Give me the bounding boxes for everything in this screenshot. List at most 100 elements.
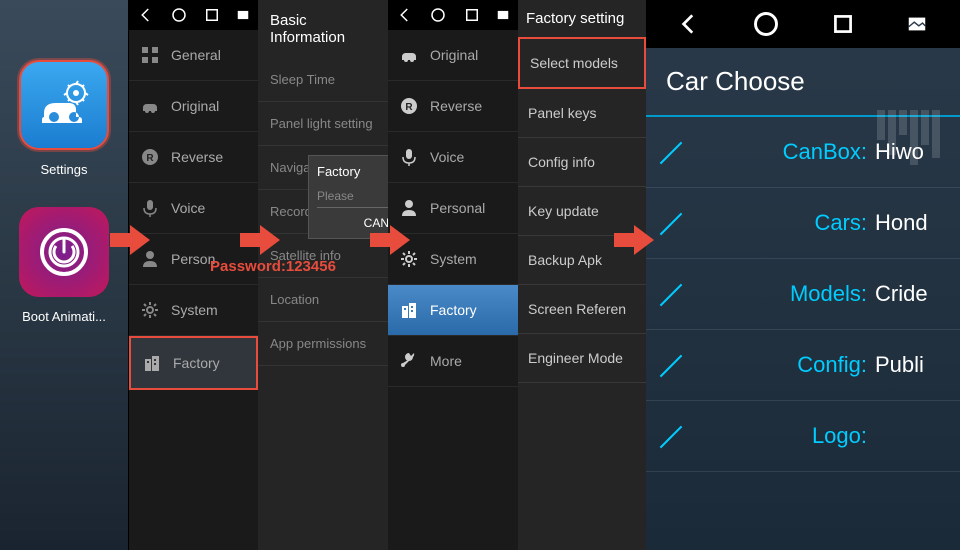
- car-row-config[interactable]: Config: Publi: [646, 330, 960, 401]
- menu-label: More: [430, 353, 462, 369]
- dialog-title: Factory: [317, 164, 388, 179]
- menu-item-voice[interactable]: Voice: [129, 183, 258, 234]
- car-label: Config:: [666, 352, 875, 378]
- panel-title: Factory setting: [518, 0, 646, 37]
- reverse-icon: R: [139, 146, 161, 168]
- panel-title: Basic Information: [258, 0, 388, 58]
- settings-menu-panel: General Original R Reverse Voice Person …: [128, 0, 258, 550]
- image-icon[interactable]: [496, 8, 510, 22]
- home-icon[interactable]: [170, 6, 188, 24]
- back-icon[interactable]: [137, 6, 155, 24]
- menu-item-reverse[interactable]: R Reverse: [129, 132, 258, 183]
- home-screen: Settings Boot Animati...: [0, 0, 128, 550]
- car-choose-panel: Car Choose CanBox: Hiwo Cars: Hond Model…: [646, 0, 960, 550]
- factory-item-backup-apk[interactable]: Backup Apk: [518, 236, 646, 285]
- recents-icon[interactable]: [830, 11, 856, 37]
- menu-item-original[interactable]: Original: [388, 30, 518, 81]
- car-label: Models:: [666, 281, 875, 307]
- menu-label: Reverse: [430, 98, 482, 114]
- settings-app-label: Settings: [41, 162, 88, 177]
- menu-item-reverse[interactable]: R Reverse: [388, 81, 518, 132]
- info-item[interactable]: Panel light setting: [258, 102, 388, 146]
- menu-label: Factory: [173, 355, 220, 371]
- menu-item-factory[interactable]: Factory: [129, 336, 258, 390]
- info-item[interactable]: Sleep Time: [258, 58, 388, 102]
- menu-label: Person: [171, 251, 215, 267]
- menu-item-more[interactable]: More: [388, 336, 518, 387]
- car-value: Hiwo: [875, 139, 940, 165]
- car-row-cars[interactable]: Cars: Hond: [646, 188, 960, 259]
- car-row-logo[interactable]: Logo:: [646, 401, 960, 472]
- reverse-icon: R: [398, 95, 420, 117]
- car-label: CanBox:: [666, 139, 875, 165]
- gear-icon: [398, 248, 420, 270]
- cancel-button[interactable]: CAN: [317, 216, 388, 230]
- boot-animation-app-icon[interactable]: [19, 207, 109, 297]
- factory-password-dialog: Factory Please CAN: [308, 155, 388, 239]
- factory-item-select-models[interactable]: Select models: [518, 37, 646, 89]
- recents-icon[interactable]: [203, 6, 221, 24]
- grid-icon: [139, 44, 161, 66]
- mic-icon: [398, 146, 420, 168]
- image-icon[interactable]: [236, 8, 250, 22]
- factory-item-panel-keys[interactable]: Panel keys: [518, 89, 646, 138]
- menu-item-original[interactable]: Original: [129, 81, 258, 132]
- menu-item-general[interactable]: General: [129, 30, 258, 81]
- factory-item-config-info[interactable]: Config info: [518, 138, 646, 187]
- gear-icon: [139, 299, 161, 321]
- info-item[interactable]: Location: [258, 278, 388, 322]
- car-row-canbox[interactable]: CanBox: Hiwo: [646, 117, 960, 188]
- svg-text:R: R: [405, 102, 413, 113]
- mic-icon: [139, 197, 161, 219]
- nav-bar: [646, 0, 960, 48]
- password-input[interactable]: Please: [317, 189, 388, 208]
- nav-bar: [388, 0, 518, 30]
- back-icon[interactable]: [396, 6, 414, 24]
- info-item[interactable]: Satellite info: [258, 234, 388, 278]
- menu-item-personal[interactable]: Person: [129, 234, 258, 285]
- person-icon: [398, 197, 420, 219]
- menu-label: Voice: [430, 149, 464, 165]
- menu-label: Voice: [171, 200, 205, 216]
- menu-label: General: [171, 47, 221, 63]
- basic-info-panel: Basic Information Sleep Time Panel light…: [258, 0, 388, 550]
- menu-item-personal[interactable]: Personal: [388, 183, 518, 234]
- menu-label: Original: [171, 98, 219, 114]
- image-icon[interactable]: [906, 13, 928, 35]
- menu-item-system[interactable]: System: [388, 234, 518, 285]
- factory-item-key-update[interactable]: Key update: [518, 187, 646, 236]
- panel-title: Car Choose: [646, 48, 960, 117]
- boot-animation-app-label: Boot Animati...: [22, 309, 106, 324]
- car-label: Cars:: [666, 210, 875, 236]
- settings-app-icon[interactable]: [19, 60, 109, 150]
- menu-item-voice[interactable]: Voice: [388, 132, 518, 183]
- factory-item-screen-reference[interactable]: Screen Referen: [518, 285, 646, 334]
- person-icon: [139, 248, 161, 270]
- factory-settings-panel: Factory setting Select models Panel keys…: [518, 0, 646, 550]
- buildings-icon: [398, 299, 420, 321]
- car-row-models[interactable]: Models: Cride: [646, 259, 960, 330]
- menu-label: Personal: [430, 200, 485, 216]
- factory-item-engineer-mode[interactable]: Engineer Mode: [518, 334, 646, 383]
- menu-label: System: [171, 302, 218, 318]
- back-icon[interactable]: [676, 11, 702, 37]
- wrench-icon: [398, 350, 420, 372]
- car-icon: [139, 95, 161, 117]
- car-value: Cride: [875, 281, 940, 307]
- info-item[interactable]: App permissions: [258, 322, 388, 366]
- home-icon[interactable]: [429, 6, 447, 24]
- car-value: Publi: [875, 352, 940, 378]
- car-icon: [398, 44, 420, 66]
- nav-bar: [129, 0, 258, 30]
- recents-icon[interactable]: [463, 6, 481, 24]
- menu-label: Original: [430, 47, 478, 63]
- car-label: Logo:: [666, 423, 875, 449]
- buildings-icon: [141, 352, 163, 374]
- menu-item-factory[interactable]: Factory: [388, 285, 518, 336]
- svg-text:R: R: [146, 153, 154, 164]
- settings-menu-panel-2: Original R Reverse Voice Personal System…: [388, 0, 518, 550]
- car-value: Hond: [875, 210, 940, 236]
- menu-label: Factory: [430, 302, 477, 318]
- menu-item-system[interactable]: System: [129, 285, 258, 336]
- home-icon[interactable]: [752, 10, 780, 38]
